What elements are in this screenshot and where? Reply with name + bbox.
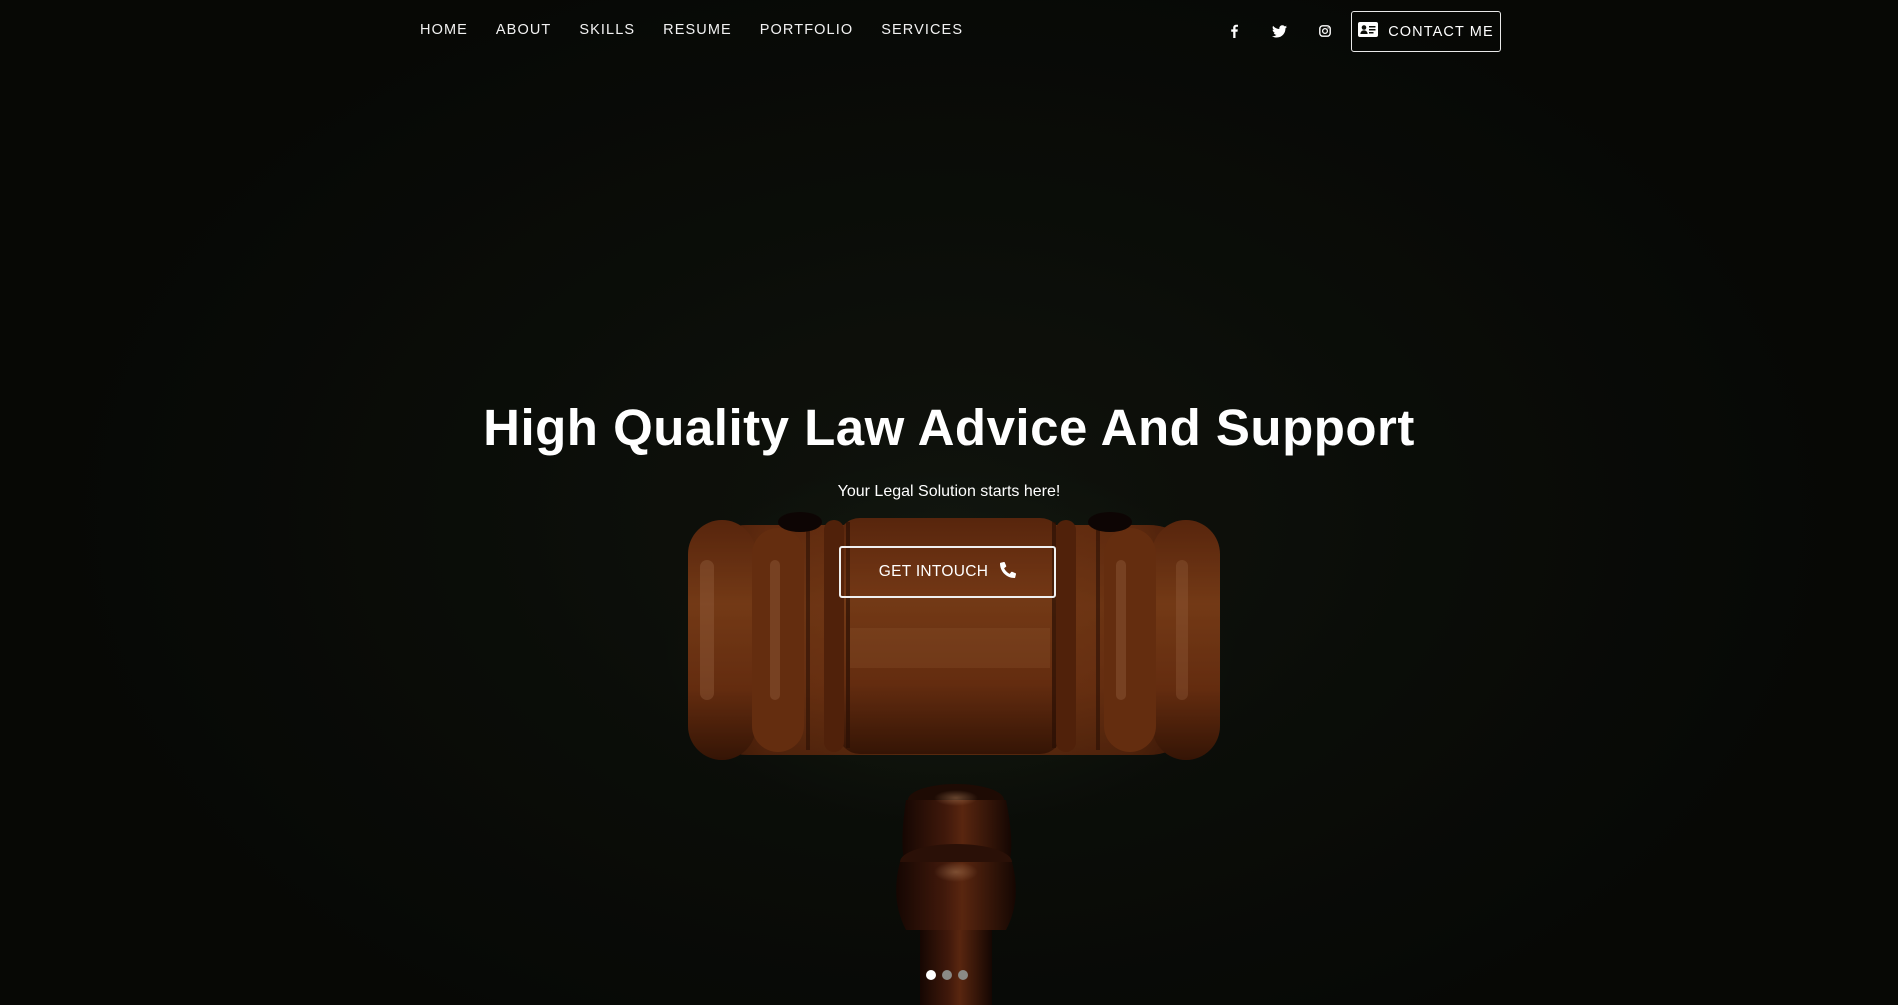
hero-subtitle: Your Legal Solution starts here!	[837, 483, 1061, 500]
hero-section: HOME ABOUT SKILLS RESUME PORTFOLIO SERVI…	[0, 0, 1898, 1005]
contact-me-button[interactable]: CONTACT ME	[1351, 11, 1501, 52]
slider-dot-3[interactable]	[958, 970, 968, 980]
slider-dots	[926, 970, 968, 980]
contact-card-icon	[1358, 21, 1379, 42]
facebook-icon[interactable]	[1224, 21, 1244, 41]
nav-skills[interactable]: SKILLS	[579, 22, 635, 38]
slider-dot-2[interactable]	[942, 970, 952, 980]
nav-about[interactable]: ABOUT	[496, 22, 551, 38]
hero-title: High Quality Law Advice And Support	[483, 399, 1415, 456]
nav-portfolio[interactable]: PORTFOLIO	[760, 22, 853, 38]
top-navigation: HOME ABOUT SKILLS RESUME PORTFOLIO SERVI…	[0, 0, 1898, 64]
slider-dot-1[interactable]	[926, 970, 936, 980]
twitter-icon[interactable]	[1269, 21, 1289, 41]
instagram-icon[interactable]	[1315, 21, 1335, 41]
gavel-image	[0, 0, 1898, 1005]
nav-home[interactable]: HOME	[420, 22, 468, 38]
contact-me-label: CONTACT ME	[1388, 23, 1494, 40]
nav-services[interactable]: SERVICES	[881, 22, 963, 38]
nav-resume[interactable]: RESUME	[663, 22, 732, 38]
nav-links: HOME ABOUT SKILLS RESUME PORTFOLIO SERVI…	[420, 22, 991, 38]
get-intouch-label: GET INTOUCH	[878, 563, 989, 580]
get-intouch-button[interactable]: GET INTOUCH	[839, 546, 1056, 598]
phone-icon	[1000, 561, 1017, 583]
